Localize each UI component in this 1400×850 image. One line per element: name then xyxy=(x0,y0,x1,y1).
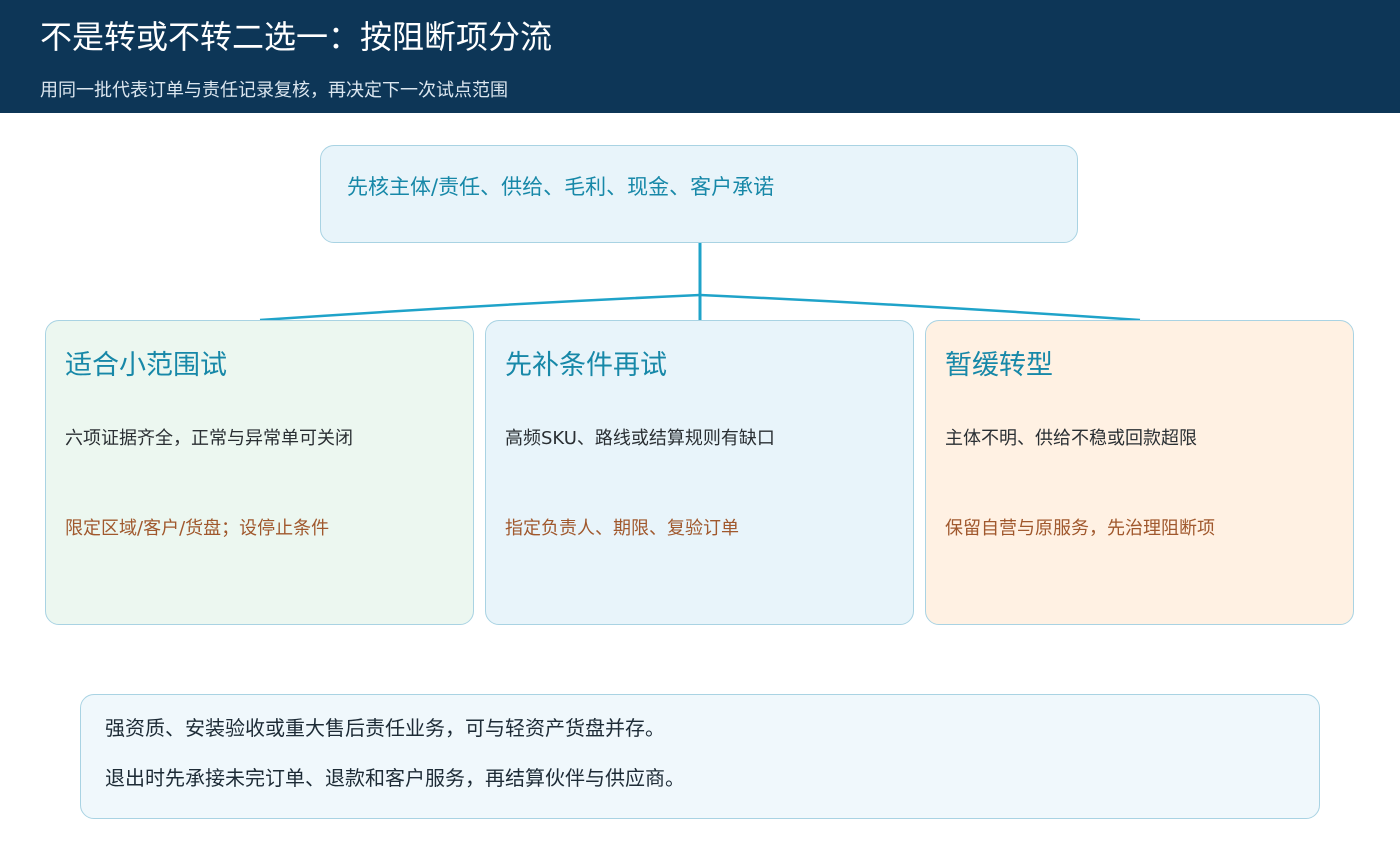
branch-fill-conditions-then-trial: 先补条件再试 高频SKU、路线或结算规则有缺口 指定负责人、期限、复验订单 xyxy=(485,320,914,625)
branch-condition: 主体不明、供给不稳或回款超限 xyxy=(945,428,1197,449)
footnote-line: 强资质、安装验收或重大售后责任业务，可与轻资产货盘并存。 xyxy=(105,716,665,740)
branch-action: 限定区域/客户/货盘；设停止条件 xyxy=(65,518,330,539)
page: 不是转或不转二选一：按阻断项分流 用同一批代表订单与责任记录复核，再决定下一次试… xyxy=(0,0,1400,850)
connector-right-branch xyxy=(699,293,1141,322)
root-check-node: 先核主体/责任、供给、毛利、现金、客户承诺 xyxy=(320,145,1078,243)
footnote-line: 退出时先承接未完订单、退款和客户服务，再结算伙伴与供应商。 xyxy=(105,766,685,790)
branch-title: 适合小范围试 xyxy=(65,350,227,381)
branch-title: 暂缓转型 xyxy=(945,350,1053,381)
branch-action: 指定负责人、期限、复验订单 xyxy=(505,518,739,539)
branch-condition: 高频SKU、路线或结算规则有缺口 xyxy=(505,428,775,449)
header-banner: 不是转或不转二选一：按阻断项分流 用同一批代表订单与责任记录复核，再决定下一次试… xyxy=(0,0,1400,113)
branch-small-scale-trial: 适合小范围试 六项证据齐全，正常与异常单可关闭 限定区域/客户/货盘；设停止条件 xyxy=(45,320,474,625)
root-check-text: 先核主体/责任、供给、毛利、现金、客户承诺 xyxy=(347,175,775,199)
footnote-box: 强资质、安装验收或重大售后责任业务，可与轻资产货盘并存。 退出时先承接未完订单、… xyxy=(80,694,1320,819)
page-title: 不是转或不转二选一：按阻断项分流 xyxy=(40,18,553,56)
page-subtitle: 用同一批代表订单与责任记录复核，再决定下一次试点范围 xyxy=(40,80,508,101)
branch-title: 先补条件再试 xyxy=(505,350,667,381)
branch-postpone-transformation: 暂缓转型 主体不明、供给不稳或回款超限 保留自营与原服务，先治理阻断项 xyxy=(925,320,1354,625)
branch-action: 保留自营与原服务，先治理阻断项 xyxy=(945,518,1215,539)
connector-left-branch xyxy=(259,293,701,322)
branch-condition: 六项证据齐全，正常与异常单可关闭 xyxy=(65,428,353,449)
